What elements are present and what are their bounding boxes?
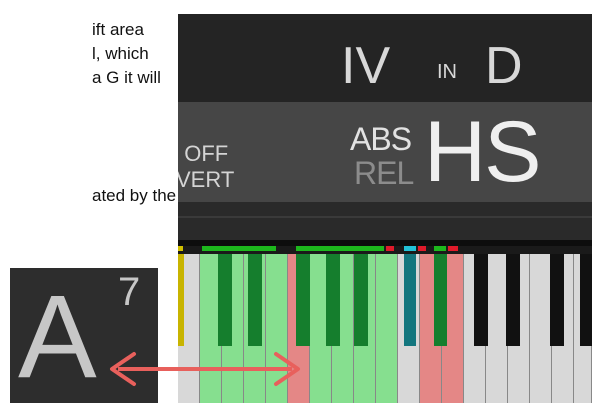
note-indicator xyxy=(434,246,446,251)
piano-black-key[interactable] xyxy=(474,254,488,346)
chord-symbol-box: A 7 xyxy=(10,268,158,403)
note-indicator xyxy=(386,246,394,251)
chord-in-word: IN xyxy=(437,61,457,83)
doc-text-line-3: a G it will xyxy=(92,68,161,87)
note-indicator xyxy=(448,246,458,251)
chord-extension: 7 xyxy=(118,270,141,314)
abs-button[interactable]: ABS xyxy=(350,122,412,156)
piano-black-key[interactable] xyxy=(354,254,368,346)
piano-black-key[interactable] xyxy=(580,254,592,346)
piano-keyboard xyxy=(178,246,592,403)
piano-black-key[interactable] xyxy=(506,254,520,346)
mode-hs-display: HS xyxy=(424,104,541,200)
piano-black-key[interactable] xyxy=(550,254,564,346)
doc-text-line-4: ated by the xyxy=(92,186,177,205)
piano-black-key[interactable] xyxy=(326,254,340,346)
chord-name-display: IV IN D xyxy=(178,14,592,102)
note-indicator xyxy=(178,246,183,251)
piano-white-key[interactable] xyxy=(376,254,398,403)
note-indicator xyxy=(296,246,384,251)
panel-bottom-bar xyxy=(178,202,592,246)
piano-black-key[interactable] xyxy=(404,254,416,346)
plugin-panel: IV IN D I OFF VERT ABS REL HS xyxy=(178,14,592,403)
chord-root-letter: A xyxy=(18,271,97,403)
piano-black-key[interactable] xyxy=(178,254,184,346)
mode-invert-label[interactable]: VERT xyxy=(178,168,234,192)
doc-text-line-1: ift area xyxy=(92,20,144,39)
chord-key: D xyxy=(485,37,523,95)
piano-black-key[interactable] xyxy=(248,254,262,346)
chord-numeral: IV xyxy=(341,37,391,95)
doc-text-line-2: l, which xyxy=(92,44,149,63)
piano-white-key[interactable] xyxy=(530,254,552,403)
note-indicator xyxy=(418,246,426,251)
note-indicator xyxy=(202,246,276,251)
rel-button[interactable]: REL xyxy=(354,156,414,190)
mode-off-label[interactable]: I OFF xyxy=(178,142,228,166)
mode-strip: I OFF VERT ABS REL HS xyxy=(178,102,592,202)
piano-black-key[interactable] xyxy=(218,254,232,346)
divider xyxy=(178,216,592,218)
piano-white-key[interactable] xyxy=(266,254,288,403)
piano-black-key[interactable] xyxy=(434,254,447,346)
note-indicator xyxy=(404,246,416,251)
piano-white-key[interactable] xyxy=(486,254,508,403)
piano-black-key[interactable] xyxy=(296,254,310,346)
